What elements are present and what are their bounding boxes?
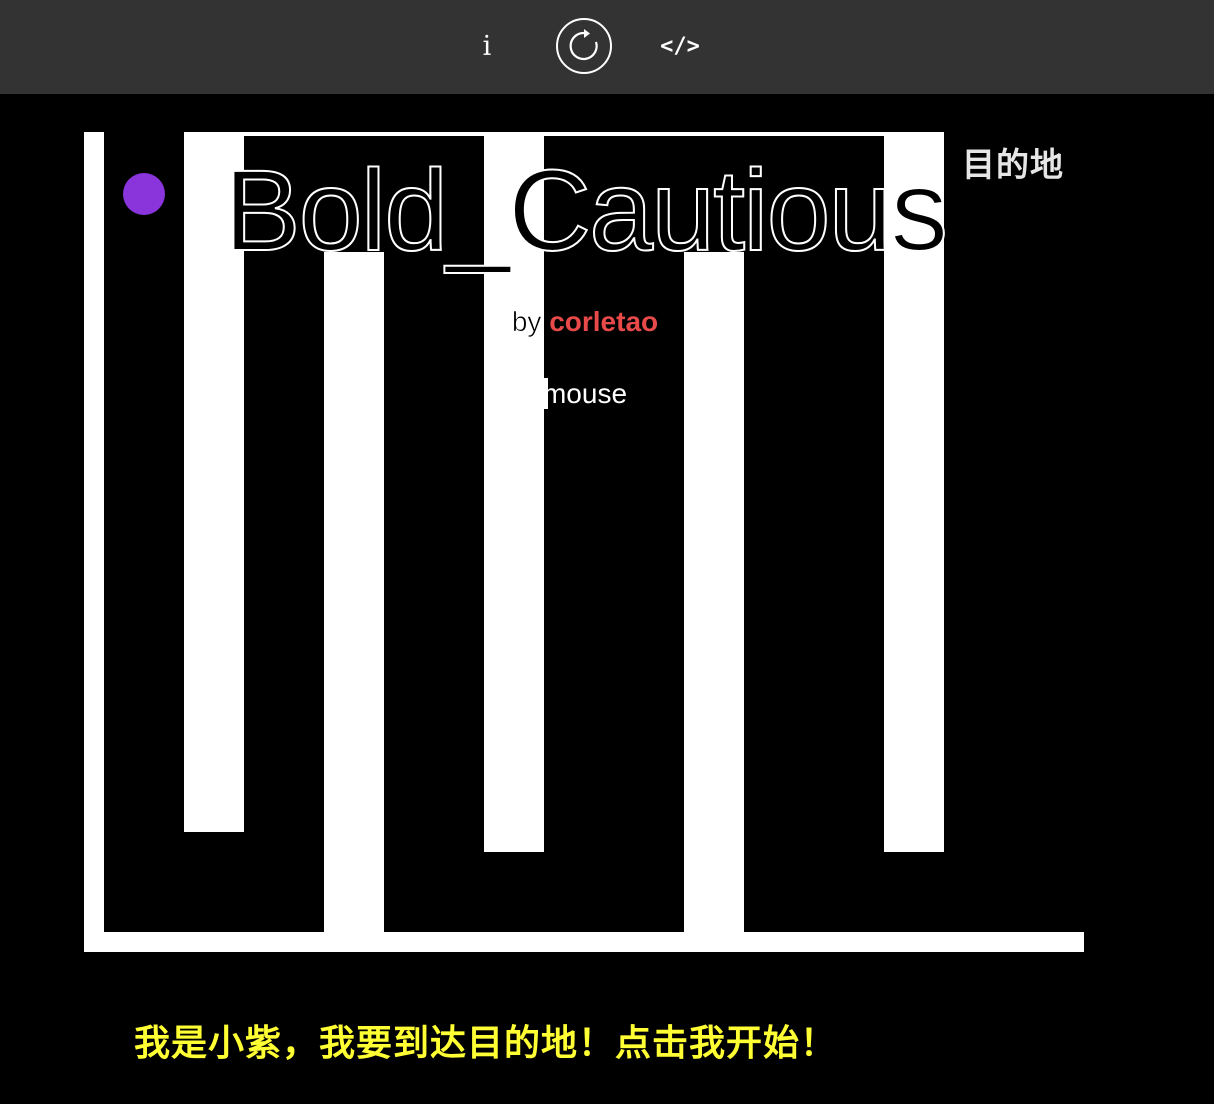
maze-wall-bottom bbox=[84, 932, 1084, 952]
maze-wall-top bbox=[184, 132, 944, 136]
game-title: Bold_Cautious bbox=[223, 146, 949, 276]
restart-button[interactable] bbox=[554, 16, 614, 76]
player-ball[interactable] bbox=[123, 173, 165, 215]
code-icon: </> bbox=[660, 33, 700, 59]
control-text: mouse bbox=[542, 378, 628, 409]
code-button[interactable]: </> bbox=[650, 16, 710, 76]
maze-wall-left bbox=[84, 132, 104, 952]
author-link[interactable]: corletao bbox=[549, 306, 658, 337]
destination-label: 目的地 bbox=[962, 145, 1064, 184]
maze-wall-2 bbox=[324, 252, 384, 932]
toolbar: i </> bbox=[0, 0, 1214, 94]
control-label: mouse bbox=[200, 378, 970, 410]
info-button[interactable]: i bbox=[457, 16, 517, 76]
author-line: by corletao bbox=[200, 306, 970, 338]
start-prompt[interactable]: 我是小紫，我要到达目的地！点击我开始！ bbox=[134, 1014, 837, 1066]
restart-icon bbox=[556, 18, 612, 74]
info-icon: i bbox=[482, 30, 492, 62]
by-label: by bbox=[511, 306, 542, 338]
maze-wall-4 bbox=[684, 252, 744, 932]
game-stage[interactable]: 目的地 Bold_Cautious by corletao mouse 我是小紫… bbox=[0, 94, 1214, 1104]
